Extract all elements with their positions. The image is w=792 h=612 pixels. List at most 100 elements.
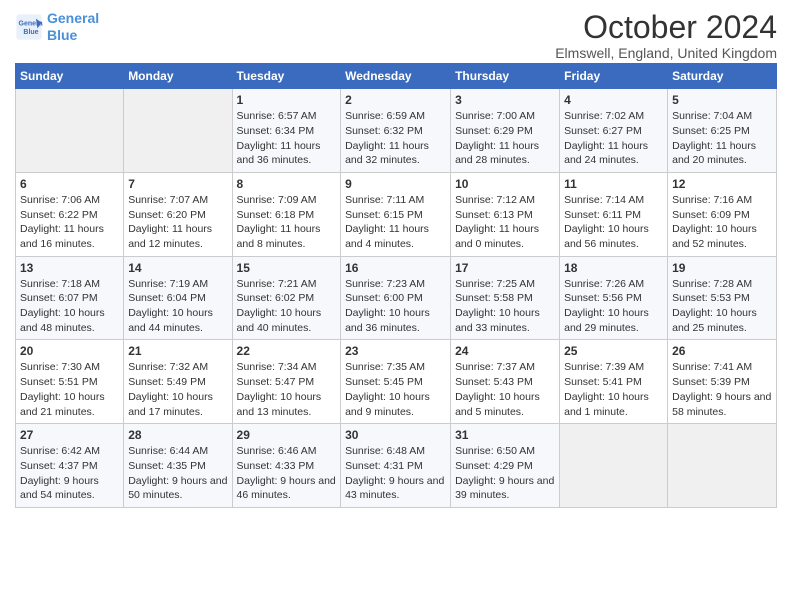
day-detail: Sunrise: 7:32 AMSunset: 5:49 PMDaylight:… [128, 360, 227, 419]
calendar-cell: 7 Sunrise: 7:07 AMSunset: 6:20 PMDaylight… [124, 172, 232, 256]
day-detail: Sunrise: 7:28 AMSunset: 5:53 PMDaylight:… [672, 277, 772, 336]
calendar-cell: 21 Sunrise: 7:32 AMSunset: 5:49 PMDayligh… [124, 340, 232, 424]
calendar-cell: 11 Sunrise: 7:14 AMSunset: 6:11 PMDayligh… [560, 172, 668, 256]
calendar-week-row: 13 Sunrise: 7:18 AMSunset: 6:07 PMDayligh… [16, 256, 777, 340]
day-number: 14 [128, 261, 227, 275]
day-number: 28 [128, 428, 227, 442]
day-detail: Sunrise: 7:12 AMSunset: 6:13 PMDaylight:… [455, 193, 555, 252]
weekday-header: Monday [124, 64, 232, 89]
calendar-week-row: 27 Sunrise: 6:42 AMSunset: 4:37 PMDayligh… [16, 424, 777, 508]
day-number: 19 [672, 261, 772, 275]
page-header: General Blue General Blue October 2024 E… [15, 10, 777, 61]
day-number: 20 [20, 344, 119, 358]
calendar-cell: 13 Sunrise: 7:18 AMSunset: 6:07 PMDayligh… [16, 256, 124, 340]
day-number: 25 [564, 344, 663, 358]
day-detail: Sunrise: 7:00 AMSunset: 6:29 PMDaylight:… [455, 109, 555, 168]
day-number: 8 [237, 177, 337, 191]
day-number: 26 [672, 344, 772, 358]
day-detail: Sunrise: 7:19 AMSunset: 6:04 PMDaylight:… [128, 277, 227, 336]
day-detail: Sunrise: 7:41 AMSunset: 5:39 PMDaylight:… [672, 360, 772, 419]
svg-text:Blue: Blue [23, 29, 38, 36]
calendar-cell: 18 Sunrise: 7:26 AMSunset: 5:56 PMDayligh… [560, 256, 668, 340]
day-detail: Sunrise: 7:37 AMSunset: 5:43 PMDaylight:… [455, 360, 555, 419]
calendar-cell: 3 Sunrise: 7:00 AMSunset: 6:29 PMDaylight… [451, 89, 560, 173]
calendar-cell: 31Sunrise: 6:50 AMSunset: 4:29 PMDayligh… [451, 424, 560, 508]
day-number: 21 [128, 344, 227, 358]
calendar-cell: 17 Sunrise: 7:25 AMSunset: 5:58 PMDayligh… [451, 256, 560, 340]
day-detail: Sunrise: 7:16 AMSunset: 6:09 PMDaylight:… [672, 193, 772, 252]
day-detail: Sunrise: 6:44 AMSunset: 4:35 PMDaylight:… [128, 444, 227, 503]
day-number: 18 [564, 261, 663, 275]
day-detail: Sunrise: 6:46 AMSunset: 4:33 PMDaylight:… [237, 444, 337, 503]
day-detail: Sunrise: 6:42 AMSunset: 4:37 PMDaylight:… [20, 444, 119, 503]
calendar-cell: 14 Sunrise: 7:19 AMSunset: 6:04 PMDayligh… [124, 256, 232, 340]
day-detail: Sunrise: 7:26 AMSunset: 5:56 PMDaylight:… [564, 277, 663, 336]
day-detail: Sunrise: 7:04 AMSunset: 6:25 PMDaylight:… [672, 109, 772, 168]
day-detail: Sunrise: 7:39 AMSunset: 5:41 PMDaylight:… [564, 360, 663, 419]
calendar-cell: 12 Sunrise: 7:16 AMSunset: 6:09 PMDayligh… [668, 172, 777, 256]
calendar-cell: 16 Sunrise: 7:23 AMSunset: 6:00 PMDayligh… [341, 256, 451, 340]
calendar-cell: 10 Sunrise: 7:12 AMSunset: 6:13 PMDayligh… [451, 172, 560, 256]
weekday-header: Sunday [16, 64, 124, 89]
day-detail: Sunrise: 7:02 AMSunset: 6:27 PMDaylight:… [564, 109, 663, 168]
calendar-cell: 2Sunrise: 6:59 AMSunset: 6:32 PMDaylight… [341, 89, 451, 173]
day-number: 15 [237, 261, 337, 275]
weekday-header: Saturday [668, 64, 777, 89]
day-detail: Sunrise: 7:34 AMSunset: 5:47 PMDaylight:… [237, 360, 337, 419]
weekday-header: Thursday [451, 64, 560, 89]
day-detail: Sunrise: 7:21 AMSunset: 6:02 PMDaylight:… [237, 277, 337, 336]
calendar-cell [16, 89, 124, 173]
day-number: 31 [455, 428, 555, 442]
weekday-header: Friday [560, 64, 668, 89]
day-number: 27 [20, 428, 119, 442]
day-detail: Sunrise: 7:25 AMSunset: 5:58 PMDaylight:… [455, 277, 555, 336]
day-number: 16 [345, 261, 446, 275]
day-number: 17 [455, 261, 555, 275]
day-number: 12 [672, 177, 772, 191]
calendar-cell: 27 Sunrise: 6:42 AMSunset: 4:37 PMDayligh… [16, 424, 124, 508]
day-detail: Sunrise: 7:35 AMSunset: 5:45 PMDaylight:… [345, 360, 446, 419]
day-number: 2 [345, 93, 446, 107]
calendar-cell: 28 Sunrise: 6:44 AMSunset: 4:35 PMDayligh… [124, 424, 232, 508]
day-detail: Sunrise: 7:30 AMSunset: 5:51 PMDaylight:… [20, 360, 119, 419]
day-detail: Sunrise: 7:18 AMSunset: 6:07 PMDaylight:… [20, 277, 119, 336]
calendar-cell: 1 Sunrise: 6:57 AMSunset: 6:34 PMDaylight… [232, 89, 341, 173]
day-number: 10 [455, 177, 555, 191]
day-detail: Sunrise: 7:14 AMSunset: 6:11 PMDaylight:… [564, 193, 663, 252]
day-number: 9 [345, 177, 446, 191]
calendar-cell: 30 Sunrise: 6:48 AMSunset: 4:31 PMDayligh… [341, 424, 451, 508]
weekday-header: Tuesday [232, 64, 341, 89]
calendar-week-row: 1 Sunrise: 6:57 AMSunset: 6:34 PMDaylight… [16, 89, 777, 173]
day-number: 11 [564, 177, 663, 191]
calendar-cell: 15 Sunrise: 7:21 AMSunset: 6:02 PMDayligh… [232, 256, 341, 340]
weekday-header-row: SundayMondayTuesdayWednesdayThursdayFrid… [16, 64, 777, 89]
day-detail: Sunrise: 7:07 AMSunset: 6:20 PMDaylight:… [128, 193, 227, 252]
title-block: October 2024 Elmswell, England, United K… [555, 10, 777, 61]
day-number: 5 [672, 93, 772, 107]
day-number: 7 [128, 177, 227, 191]
calendar-cell: 23Sunrise: 7:35 AMSunset: 5:45 PMDayligh… [341, 340, 451, 424]
day-number: 22 [237, 344, 337, 358]
day-number: 3 [455, 93, 555, 107]
weekday-header: Wednesday [341, 64, 451, 89]
calendar-cell [668, 424, 777, 508]
day-detail: Sunrise: 7:23 AMSunset: 6:00 PMDaylight:… [345, 277, 446, 336]
logo-icon: General Blue [15, 13, 43, 41]
calendar-cell: 8 Sunrise: 7:09 AMSunset: 6:18 PMDaylight… [232, 172, 341, 256]
day-detail: Sunrise: 7:06 AMSunset: 6:22 PMDaylight:… [20, 193, 119, 252]
day-detail: Sunrise: 6:57 AMSunset: 6:34 PMDaylight:… [237, 109, 337, 168]
calendar-cell: 22 Sunrise: 7:34 AMSunset: 5:47 PMDayligh… [232, 340, 341, 424]
calendar-week-row: 20 Sunrise: 7:30 AMSunset: 5:51 PMDayligh… [16, 340, 777, 424]
day-detail: Sunrise: 7:11 AMSunset: 6:15 PMDaylight:… [345, 193, 446, 252]
day-number: 29 [237, 428, 337, 442]
calendar-week-row: 6Sunrise: 7:06 AMSunset: 6:22 PMDaylight… [16, 172, 777, 256]
day-number: 24 [455, 344, 555, 358]
day-number: 13 [20, 261, 119, 275]
day-number: 30 [345, 428, 446, 442]
calendar-cell: 25 Sunrise: 7:39 AMSunset: 5:41 PMDayligh… [560, 340, 668, 424]
day-number: 1 [237, 93, 337, 107]
day-detail: Sunrise: 7:09 AMSunset: 6:18 PMDaylight:… [237, 193, 337, 252]
location: Elmswell, England, United Kingdom [555, 45, 777, 61]
month-title: October 2024 [555, 10, 777, 45]
day-detail: Sunrise: 6:48 AMSunset: 4:31 PMDaylight:… [345, 444, 446, 503]
